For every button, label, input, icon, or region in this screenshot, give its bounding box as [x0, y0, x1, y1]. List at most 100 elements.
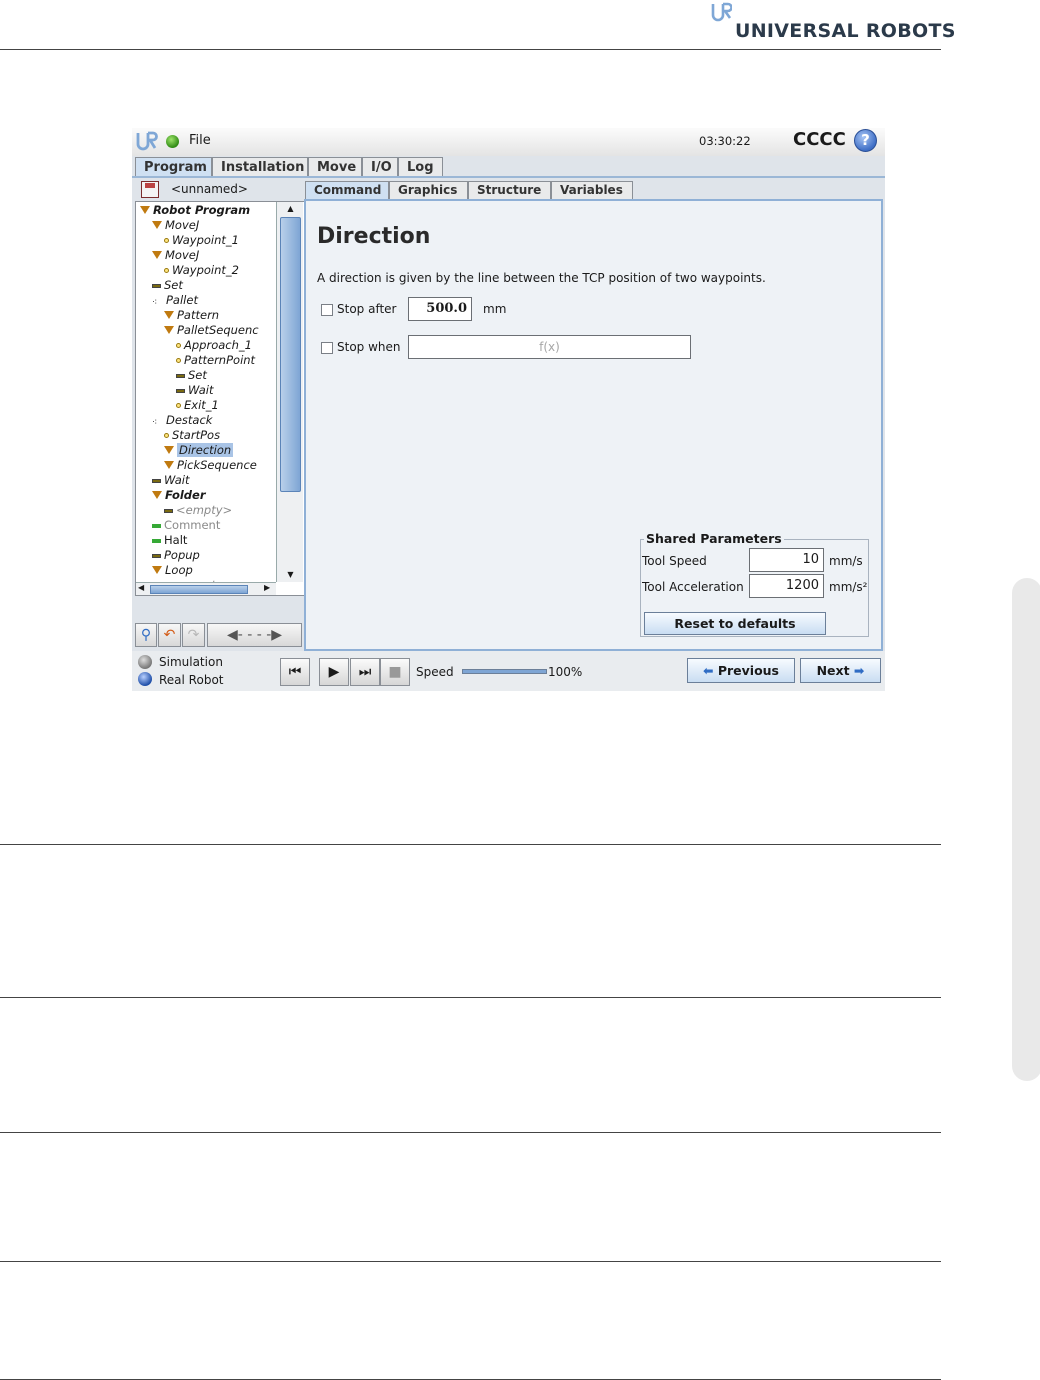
- scroll-right-arrow-icon[interactable]: ▶: [264, 583, 270, 592]
- tree-node[interactable]: Waypoint_2: [164, 263, 239, 278]
- tab-installation[interactable]: Installation: [212, 157, 308, 177]
- play-icon[interactable]: ▶: [319, 658, 349, 686]
- tree-node[interactable]: Set: [176, 368, 207, 383]
- speed-slider-fill: [463, 670, 546, 673]
- tree-node[interactable]: ⁖ Destack: [152, 413, 212, 428]
- tree-node[interactable]: Popup: [152, 548, 200, 563]
- tab-log[interactable]: Log: [398, 157, 443, 177]
- tool-speed-field[interactable]: 10: [749, 548, 824, 572]
- shared-parameters-legend: Shared Parameters: [644, 531, 784, 546]
- stop-when-checkbox[interactable]: [321, 342, 333, 354]
- tool-acceleration-unit: mm/s²: [829, 580, 868, 594]
- tree-vertical-scrollbar[interactable]: ▲ ▼: [276, 202, 303, 582]
- folder-triangle-icon: [152, 220, 162, 229]
- tree-node[interactable]: Direction: [164, 443, 234, 458]
- scrollbar-thumb[interactable]: [280, 217, 301, 492]
- previous-button[interactable]: ⬅ Previous: [687, 658, 795, 683]
- move-node-icon[interactable]: ◀- - - -▶: [207, 623, 302, 647]
- tree-node[interactable]: MoveJ: [152, 248, 199, 263]
- program-tree[interactable]: Robot Program MoveJ Waypoint_1 MoveJ Waypoin…: [135, 201, 305, 596]
- tree-node[interactable]: Folder: [152, 488, 206, 503]
- folder-triangle-icon: [164, 445, 174, 454]
- tree-node[interactable]: PickSequence: [164, 458, 257, 473]
- rewind-icon[interactable]: ⏮: [280, 658, 310, 686]
- page-rule: [0, 1132, 941, 1133]
- pallet-icon: ⁖: [152, 298, 158, 308]
- stop-after-label: Stop after: [337, 302, 397, 316]
- tree-node[interactable]: <empty>: [164, 503, 232, 518]
- undo-icon[interactable]: ↶: [158, 623, 181, 647]
- tree-node-label: PatternPoint: [184, 353, 256, 367]
- tree-node-label: Popup: [164, 548, 200, 562]
- stop-icon[interactable]: ■: [380, 658, 410, 686]
- save-icon[interactable]: [141, 181, 159, 198]
- tree-horizontal-scrollbar[interactable]: ◀ ▶: [136, 582, 276, 595]
- tab-program[interactable]: Program: [135, 157, 212, 177]
- tree-node[interactable]: MoveJ: [152, 218, 199, 233]
- waypoint-icon: [176, 403, 181, 408]
- real-robot-radio[interactable]: [138, 672, 152, 686]
- stop-after-checkbox[interactable]: [321, 304, 333, 316]
- direction-description: A direction is given by the line between…: [317, 271, 766, 285]
- tree-node[interactable]: ⁖ Pallet: [152, 293, 198, 308]
- tree-node[interactable]: Set: [152, 278, 183, 293]
- tree-node-label: Loop: [165, 563, 193, 577]
- speed-value: 100%: [548, 665, 583, 679]
- tree-node-label: Comment: [164, 518, 221, 532]
- waypoint-icon: [164, 433, 169, 438]
- tree-node-label: <empty>: [176, 503, 233, 517]
- tree-node[interactable]: Waypoint_1: [164, 233, 239, 248]
- tree-node-label: Direction: [177, 443, 234, 457]
- folder-triangle-icon: [164, 460, 174, 469]
- next-button[interactable]: Next ➡: [800, 658, 881, 683]
- simulation-radio[interactable]: [138, 655, 152, 669]
- redo-icon[interactable]: ↷: [182, 623, 205, 647]
- tree-node-label: PickSequence: [177, 458, 257, 472]
- tree-node[interactable]: Wait: [152, 473, 190, 488]
- tree-node[interactable]: Robot Program: [140, 203, 250, 218]
- tree-node[interactable]: Approach_1: [176, 338, 252, 353]
- universal-robots-logo: UNIVERSAL ROBOTS: [708, 0, 955, 46]
- tree-node[interactable]: StartPos: [164, 428, 220, 443]
- speed-slider[interactable]: [462, 669, 547, 674]
- tree-node[interactable]: Wait: [176, 383, 214, 398]
- robot-name: CCCC: [793, 129, 846, 150]
- help-icon[interactable]: ?: [854, 129, 877, 152]
- search-icon[interactable]: ⚲: [135, 623, 157, 647]
- scroll-up-arrow-icon[interactable]: ▲: [277, 202, 304, 216]
- tree-node-label: Halt: [164, 533, 188, 547]
- tree-node[interactable]: Halt: [152, 533, 187, 548]
- scroll-down-arrow-icon[interactable]: ▼: [277, 568, 304, 582]
- stop-when-expression-field[interactable]: f(x): [408, 335, 691, 359]
- tab-move[interactable]: Move: [308, 157, 362, 177]
- tab-structure[interactable]: Structure: [468, 181, 551, 199]
- arrow-left-icon: ⬅: [702, 663, 714, 678]
- scroll-left-arrow-icon[interactable]: ◀: [138, 583, 144, 592]
- tree-node[interactable]: PalletSequenc: [164, 323, 259, 338]
- program-tree-list: Robot Program MoveJ Waypoint_1 MoveJ Waypoin…: [136, 202, 274, 582]
- robot-status-led-icon: [166, 135, 179, 148]
- reset-to-defaults-button[interactable]: Reset to defaults: [644, 612, 826, 635]
- tab-command[interactable]: Command: [305, 181, 389, 199]
- tree-node[interactable]: Pattern: [164, 308, 219, 323]
- file-menu[interactable]: File: [189, 133, 211, 148]
- page-rule: [0, 1261, 941, 1262]
- step-icon[interactable]: ⏭: [350, 658, 380, 686]
- tree-node[interactable]: PatternPoint: [176, 353, 255, 368]
- folder-triangle-icon: [164, 310, 174, 319]
- brand-name: UNIVERSAL ROBOTS: [735, 20, 956, 42]
- scrollbar-thumb[interactable]: [150, 585, 248, 594]
- tree-node[interactable]: Comment: [152, 518, 220, 533]
- tab-io[interactable]: I/O: [362, 157, 398, 177]
- tree-node[interactable]: Exit_1: [176, 398, 219, 413]
- folder-triangle-icon: [152, 565, 162, 574]
- simulation-label: Simulation: [159, 655, 223, 669]
- tab-variables[interactable]: Variables: [551, 181, 633, 199]
- stop-after-distance-field[interactable]: 500.0: [408, 297, 472, 321]
- tree-node[interactable]: Loop: [152, 563, 193, 578]
- command-icon: [152, 523, 161, 528]
- folder-triangle-icon: [164, 325, 174, 334]
- tool-acceleration-field[interactable]: 1200: [749, 574, 824, 598]
- tab-graphics[interactable]: Graphics: [389, 181, 468, 199]
- command-icon: [152, 553, 161, 558]
